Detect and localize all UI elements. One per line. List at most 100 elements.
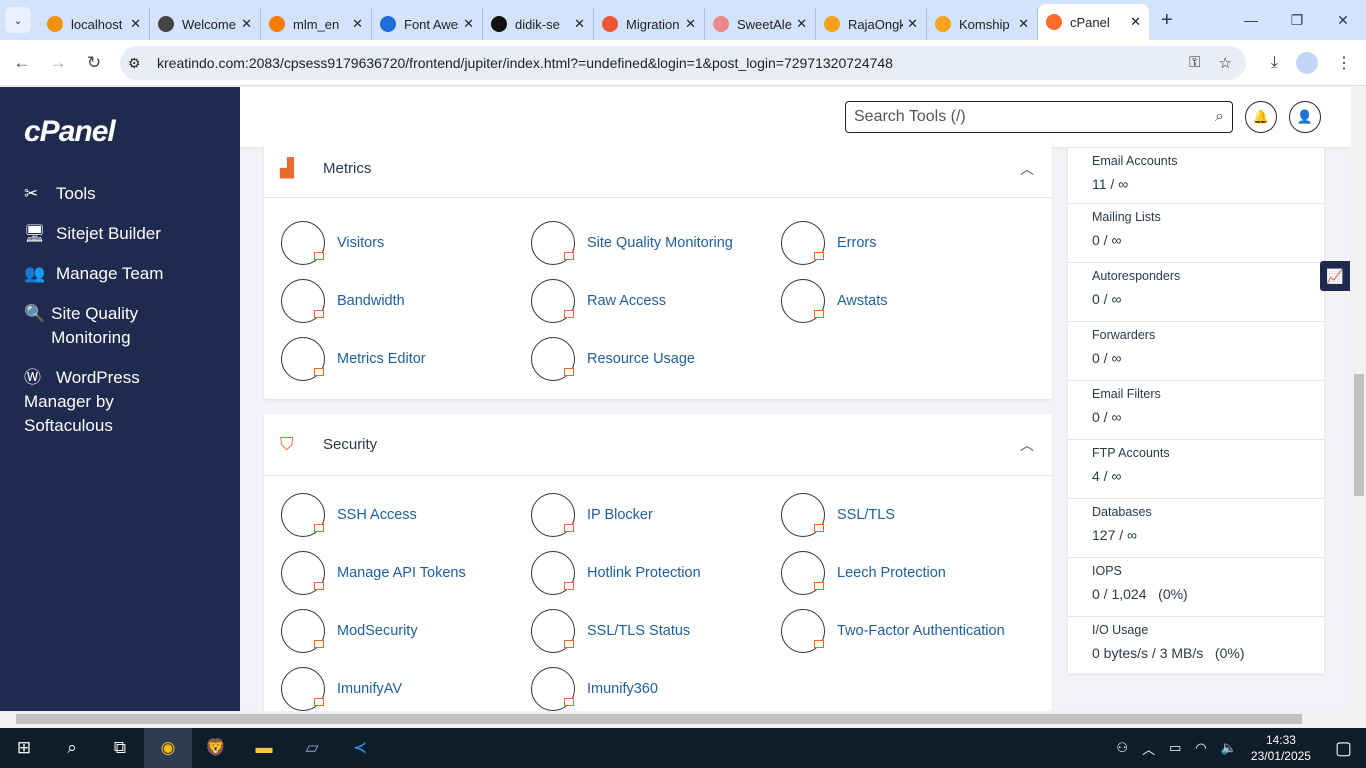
wifi-icon[interactable]: ◠ — [1195, 740, 1206, 756]
security-header[interactable]: ⛉ Security ︿ — [264, 414, 1052, 476]
sidebar-item-label: Site Quality Monitoring — [51, 304, 139, 347]
search-icon[interactable]: ⌕ — [48, 728, 96, 768]
sidebar-item-site-quality[interactable]: 🔍 Site Quality Monitoring — [24, 302, 174, 350]
sidebar-item-wordpress[interactable]: Ⓦ WordPress Manager by Softaculous — [24, 366, 204, 438]
chevron-up-icon[interactable]: ︿ — [1142, 739, 1155, 758]
site-info-icon[interactable]: ⚙ — [128, 55, 141, 72]
horizontal-scrollbar[interactable] — [0, 711, 1366, 728]
brave-icon[interactable]: 🦁 — [192, 728, 240, 768]
notepad-icon[interactable]: ▱ — [288, 728, 336, 768]
tab-title: Font Awesome — [404, 16, 459, 32]
tool-modsecurity[interactable]: ModSecurity — [281, 609, 418, 653]
profile-avatar[interactable] — [1296, 51, 1318, 74]
menu-icon[interactable]: ⋮ — [1336, 53, 1352, 73]
download-icon[interactable]: ⤓ — [1271, 54, 1278, 72]
browser-tab[interactable]: mlm_en ✕ — [261, 8, 372, 40]
close-tab-icon[interactable]: ✕ — [352, 16, 363, 32]
minimize-button[interactable]: — — [1228, 0, 1274, 40]
tool-awstats[interactable]: Awstats — [781, 279, 888, 323]
tool-imunify360[interactable]: Imunify360 — [531, 667, 658, 711]
browser-tab[interactable]: RajaOngkir✕ — [816, 8, 927, 40]
tool-leech-protection[interactable]: Leech Protection — [781, 551, 946, 595]
browser-tab[interactable]: Migration ✕ — [594, 8, 705, 40]
clock[interactable]: 14:33 23/01/2025 — [1251, 732, 1311, 764]
tab-title: Welcome — [182, 16, 236, 32]
notification-center-icon[interactable]: ▢ — [1335, 738, 1352, 759]
tool-errors[interactable]: Errors — [781, 221, 876, 265]
favicon-icon — [158, 16, 174, 32]
url-text[interactable]: kreatindo.com:2083/cpsess9179636720/fron… — [157, 55, 893, 71]
browser-tab[interactable]: Welcome ✕ — [150, 8, 261, 40]
forward-button[interactable]: → — [40, 53, 76, 73]
tool-two-factor-authentication[interactable]: Two-Factor Authentication — [781, 609, 1005, 653]
notifications-button[interactable]: 🔔 — [1245, 101, 1277, 133]
ssl-tls-icon — [781, 493, 825, 537]
password-key-icon[interactable]: ⚿ — [1189, 54, 1200, 72]
tool-label: Visitors — [337, 235, 385, 251]
close-tab-icon[interactable]: ✕ — [1018, 16, 1029, 32]
url-bar[interactable]: ⚙ kreatindo.com:2083/cpsess9179636720/fr… — [120, 46, 1246, 80]
browser-tab[interactable]: Komship ✕ — [927, 8, 1038, 40]
close-tab-icon[interactable]: ✕ — [241, 16, 252, 32]
search-tools-input[interactable]: Search Tools (/) ⌕ — [845, 101, 1233, 133]
tool-metrics-editor[interactable]: Metrics Editor — [281, 337, 426, 381]
tool-hotlink-protection[interactable]: Hotlink Protection — [531, 551, 701, 595]
tool-ssl-tls-status[interactable]: SSL/TLS Status — [531, 609, 690, 653]
people-icon[interactable]: ⚇ — [1116, 740, 1128, 756]
browser-tab[interactable]: Font Awesome✕ — [372, 8, 483, 40]
favicon-icon — [713, 16, 729, 32]
close-tab-icon[interactable]: ✕ — [574, 16, 585, 32]
close-window-button[interactable]: ✕ — [1320, 0, 1366, 40]
tool-imunifyav[interactable]: ImunifyAV — [281, 667, 402, 711]
sidebar-item-manage-team[interactable]: 👥 Manage Team — [24, 262, 163, 286]
tool-ip-blocker[interactable]: IP Blocker — [531, 493, 653, 537]
close-tab-icon[interactable]: ✕ — [1130, 14, 1141, 30]
tab-search-button[interactable]: ⌄ — [5, 7, 31, 33]
chrome-icon[interactable]: ◉ — [144, 728, 192, 768]
tool-manage-api-tokens[interactable]: Manage API Tokens — [281, 551, 466, 595]
team-icon: 👥 — [24, 264, 46, 283]
tool-ssh-access[interactable]: SSH Access — [281, 493, 417, 537]
chevron-up-icon[interactable]: ︿ — [1020, 159, 1034, 179]
metrics-editor-icon — [281, 337, 325, 381]
vertical-scrollbar[interactable] — [1351, 87, 1366, 711]
browser-tab[interactable]: didik-se ✕ — [483, 8, 594, 40]
tool-resource-usage[interactable]: Resource Usage — [531, 337, 695, 381]
browser-tab[interactable]: localhost ✕ — [39, 8, 150, 40]
reload-button[interactable]: ↻ — [76, 53, 112, 73]
metrics-header[interactable]: ▟ Metrics ︿ — [264, 140, 1052, 198]
close-tab-icon[interactable]: ✕ — [907, 16, 918, 32]
tool-visitors[interactable]: Visitors — [281, 221, 384, 265]
start-button[interactable]: ⊞ — [0, 728, 48, 768]
windows-taskbar: ⊞ ⌕ ⧉ ◉ 🦁 ▬ ▱ ≺ ⚇ ︿ ▭ ◠ 🔈 14:33 23/01/202… — [0, 728, 1366, 768]
stat-label: I/O Usage — [1092, 623, 1149, 637]
cpanel-logo[interactable]: cPanel — [24, 115, 116, 149]
user-menu-button[interactable]: 👤 — [1289, 101, 1321, 133]
tool-raw-access[interactable]: Raw Access — [531, 279, 666, 323]
volume-icon[interactable]: 🔈 — [1221, 740, 1237, 756]
file-explorer-icon[interactable]: ▬ — [240, 728, 288, 768]
close-tab-icon[interactable]: ✕ — [796, 16, 807, 32]
tool-ssl-tls[interactable]: SSL/TLS — [781, 493, 895, 537]
bookmark-star-icon[interactable]: ☆ — [1219, 54, 1232, 72]
stat-label: Email Accounts — [1092, 154, 1178, 168]
tool-site-quality-monitoring[interactable]: Site Quality Monitoring — [531, 221, 733, 265]
sidebar-item-sitejet[interactable]: 🖥 Sitejet Builder — [24, 222, 161, 246]
new-tab-button[interactable]: + — [1161, 9, 1173, 32]
vscode-icon[interactable]: ≺ — [336, 728, 384, 768]
close-tab-icon[interactable]: ✕ — [130, 16, 141, 32]
restore-button[interactable]: ❐ — [1274, 0, 1320, 40]
task-view-icon[interactable]: ⧉ — [96, 728, 144, 768]
close-tab-icon[interactable]: ✕ — [685, 16, 696, 32]
battery-icon[interactable]: ▭ — [1169, 740, 1181, 756]
awstats-icon — [781, 279, 825, 323]
chevron-up-icon[interactable]: ︿ — [1020, 435, 1034, 455]
stat-label: Forwarders — [1092, 328, 1156, 342]
back-button[interactable]: ← — [4, 53, 40, 73]
statistics-toggle-button[interactable]: 📈 — [1320, 261, 1350, 291]
tool-bandwidth[interactable]: Bandwidth — [281, 279, 405, 323]
sidebar-item-tools[interactable]: ✂ Tools — [24, 182, 96, 206]
browser-tab[interactable]: SweetAlert✕ — [705, 8, 816, 40]
browser-tab[interactable]: cPanel ✕ — [1038, 4, 1149, 40]
close-tab-icon[interactable]: ✕ — [463, 16, 474, 32]
